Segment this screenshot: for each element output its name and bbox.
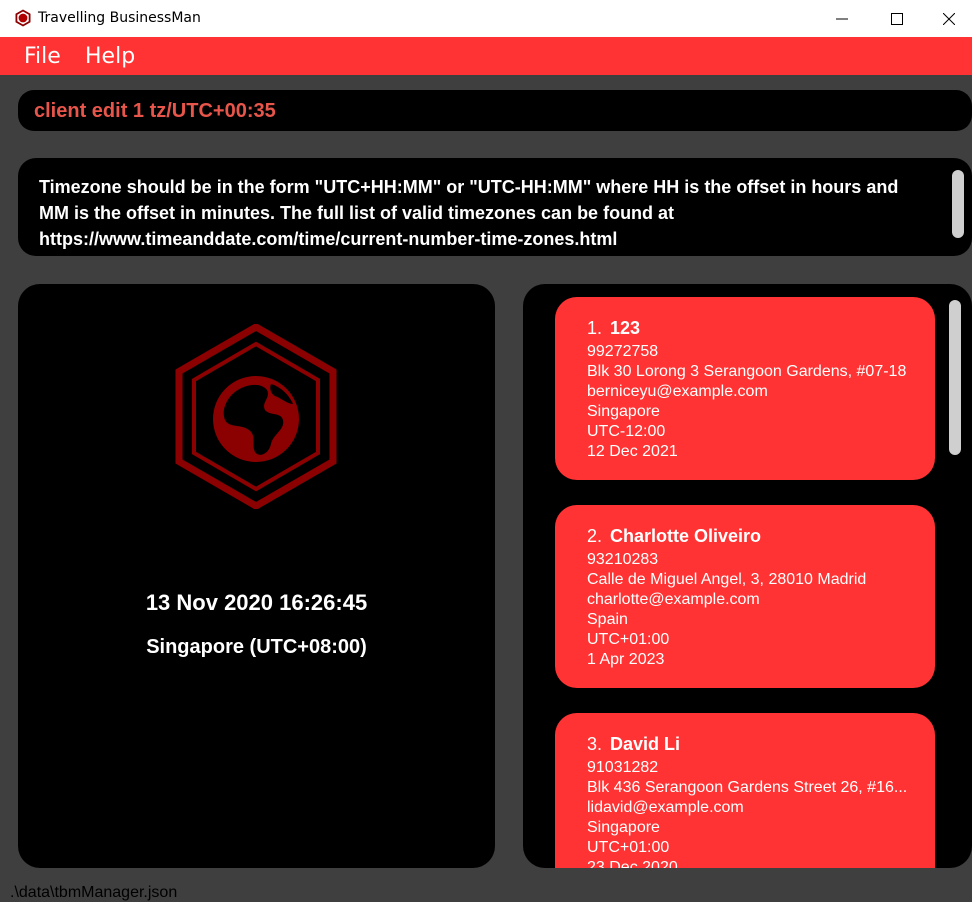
client-list-panel: 1. 123 99272758 Blk 30 Lorong 3 Serangoon… — [523, 284, 972, 868]
menu-help[interactable]: Help — [85, 44, 135, 69]
minimize-button-real[interactable] — [819, 0, 865, 37]
client-phone: 91031282 — [587, 759, 659, 776]
client-phone: 93210283 — [587, 551, 659, 568]
menu-bar: File Help — [0, 37, 972, 75]
client-index: 1. — [587, 318, 603, 338]
client-card[interactable]: 3. David Li 91031282 Blk 436 Serangoon Ga… — [555, 713, 935, 868]
result-scrollbar[interactable] — [952, 170, 964, 238]
client-header: 3. David Li — [587, 734, 680, 755]
client-card[interactable]: 2. Charlotte Oliveiro 93210283 Calle de M… — [555, 505, 935, 688]
client-name: David Li — [610, 734, 681, 754]
client-header: 1. 123 — [587, 318, 640, 339]
client-name: 123 — [610, 318, 641, 338]
command-box[interactable]: client edit 1 tz/UTC+00:35 — [18, 90, 972, 131]
status-bar-path: .\data\tbmManager.json — [10, 884, 178, 901]
result-message: Timezone should be in the form "UTC+HH:M… — [39, 177, 899, 249]
client-country: Singapore — [587, 819, 660, 836]
command-input[interactable]: client edit 1 tz/UTC+00:35 — [34, 100, 276, 123]
close-icon — [943, 12, 955, 25]
current-time: 13 Nov 2020 16:26:45 — [145, 590, 368, 615]
globe-hexagon-logo — [175, 324, 337, 509]
window-title: Travelling BusinessMan — [38, 10, 201, 26]
app-icon — [15, 9, 31, 27]
menu-file[interactable]: File — [24, 44, 61, 69]
client-timezone: UTC-12:00 — [587, 423, 666, 440]
client-list-scrollbar[interactable] — [949, 300, 961, 455]
client-email: charlotte@example.com — [587, 591, 760, 608]
client-timezone: UTC+01:00 — [587, 631, 670, 648]
client-timezone: UTC+01:00 — [587, 839, 670, 856]
client-phone: 99272758 — [587, 343, 659, 360]
clock-panel: 13 Nov 2020 16:26:45 Singapore (UTC+08:0… — [18, 284, 495, 868]
client-date: 1 Apr 2023 — [587, 651, 665, 668]
current-timezone: Singapore (UTC+08:00) — [146, 636, 367, 658]
client-name: Charlotte Oliveiro — [610, 526, 762, 546]
client-address: Calle de Miguel Angel, 3, 28010 Madrid — [587, 571, 867, 588]
client-card[interactable]: 1. 123 99272758 Blk 30 Lorong 3 Serangoon… — [555, 297, 935, 480]
client-country: Singapore — [587, 403, 660, 420]
client-header: 2. Charlotte Oliveiro — [587, 526, 761, 547]
client-address: Blk 30 Lorong 3 Serangoon Gardens, #07-1… — [587, 363, 907, 380]
client-address: Blk 436 Serangoon Gardens Street 26, #16… — [587, 779, 908, 796]
client-index: 2. — [587, 526, 603, 546]
result-display: Timezone should be in the form "UTC+HH:M… — [18, 158, 972, 256]
minimize-icon — [836, 18, 848, 19]
client-date: 23 Dec 2020 — [587, 859, 678, 868]
close-button[interactable] — [926, 0, 972, 37]
client-email: lidavid@example.com — [587, 799, 744, 816]
client-country: Spain — [587, 611, 628, 628]
client-date: 12 Dec 2021 — [587, 443, 678, 460]
maximize-button[interactable] — [874, 0, 920, 37]
maximize-icon — [891, 12, 903, 25]
client-email: berniceyu@example.com — [587, 383, 768, 400]
client-index: 3. — [587, 734, 603, 754]
